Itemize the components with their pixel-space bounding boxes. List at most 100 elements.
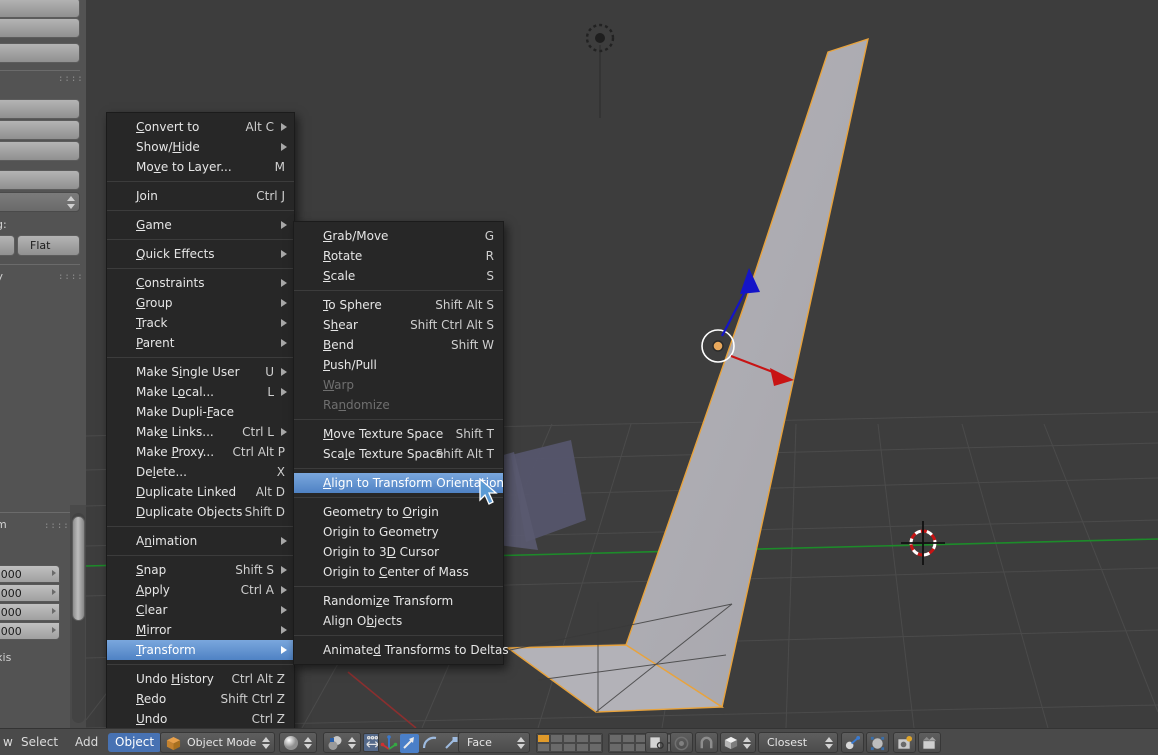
chevron-updown-icon[interactable] <box>348 736 357 750</box>
proportional-edit-button[interactable] <box>670 732 693 753</box>
chevron-updown-icon[interactable] <box>825 736 834 750</box>
chevron-right-icon[interactable] <box>52 570 56 576</box>
render-animation-button[interactable] <box>918 732 941 753</box>
transform-submenu-item-grab-move[interactable]: Grab/Move G <box>294 226 503 246</box>
snap-element-icon-button[interactable] <box>866 732 889 753</box>
sidebar-button-1[interactable] <box>0 18 80 38</box>
transform-submenu-item-push-pull[interactable]: Push/Pull <box>294 355 503 375</box>
sidebar-button-duplicate-linked[interactable]: te Linked <box>0 120 80 140</box>
layer-cell[interactable] <box>576 743 589 752</box>
header-menu-object[interactable]: Object <box>108 733 162 752</box>
object-menu-item-move-to-layer[interactable]: Move to Layer... M <box>107 157 294 177</box>
object-menu-item-parent[interactable]: Parent <box>107 333 294 353</box>
transform-submenu-item-move-texture-space[interactable]: Move Texture Space Shift T <box>294 424 503 444</box>
object-menu-item-animation[interactable]: Animation <box>107 531 294 551</box>
layer-cell[interactable] <box>622 734 635 743</box>
layer-cell[interactable] <box>537 734 550 743</box>
chevron-right-icon[interactable] <box>52 589 56 595</box>
panel-grip-icon-2[interactable]: :::: <box>44 521 70 531</box>
panel-grip-icon-1[interactable]: :::: <box>58 272 84 282</box>
pivot-point-selector[interactable] <box>323 732 361 753</box>
chevron-right-icon[interactable] <box>52 608 56 614</box>
chevron-updown-icon[interactable] <box>304 736 313 750</box>
header-menu-select[interactable]: Select <box>14 733 65 752</box>
layer-cell[interactable] <box>537 743 550 752</box>
object-menu-item-duplicate-objects[interactable]: Duplicate Objects Shift D <box>107 502 294 522</box>
transform-submenu-item-shear[interactable]: Shear Shift Ctrl Alt S <box>294 315 503 335</box>
object-menu-item-convert-to[interactable]: Convert to Alt C <box>107 117 294 137</box>
render-image-button[interactable] <box>893 732 916 753</box>
object-menu-item-transform[interactable]: Transform <box>107 640 294 660</box>
sidebar-button-duplicate[interactable]: te <box>0 99 80 119</box>
transform-orientation-selector[interactable]: Face <box>458 732 530 753</box>
transform-submenu-item-randomize-transform[interactable]: Randomize Transform <box>294 591 503 611</box>
sidebar-number-0[interactable]: 0.000 <box>0 565 60 583</box>
chevron-updown-icon[interactable] <box>517 736 526 750</box>
object-menu-item-duplicate-linked[interactable]: Duplicate Linked Alt D <box>107 482 294 502</box>
object-menu-item-undo[interactable]: Undo Ctrl Z <box>107 709 294 729</box>
object-menu-item-game[interactable]: Game <box>107 215 294 235</box>
object-menu-item-group[interactable]: Group <box>107 293 294 313</box>
layer-cell[interactable] <box>576 734 589 743</box>
layer-cell[interactable] <box>609 734 622 743</box>
opengl-render-button[interactable] <box>841 732 864 753</box>
sidebar-shading-flat[interactable]: Flat <box>17 235 80 256</box>
transform-submenu-item-geometry-to-origin[interactable]: Geometry to Origin <box>294 502 503 522</box>
chevron-updown-icon[interactable] <box>67 196 75 209</box>
object-menu-item-undo-history[interactable]: Undo History Ctrl Alt Z <box>107 669 294 689</box>
layer-cell[interactable] <box>589 734 602 743</box>
transform-submenu-item-rotate[interactable]: Rotate R <box>294 246 503 266</box>
layer-cell[interactable] <box>550 734 563 743</box>
transform-submenu[interactable]: Grab/Move G Rotate R Scale S To Sphere Shift Al… <box>293 221 509 665</box>
object-menu-item-constraints[interactable]: Constraints <box>107 273 294 293</box>
chevron-right-icon[interactable] <box>52 627 56 633</box>
object-menu-item-make-links[interactable]: Make Links... Ctrl L <box>107 422 294 442</box>
viewport-header-bar[interactable]: w Select Add Object Object Mode Face Clo… <box>0 728 1158 755</box>
sidebar-number-2[interactable]: 0.000 <box>0 603 60 621</box>
transform-submenu-item-bend[interactable]: Bend Shift W <box>294 335 503 355</box>
manipulator-axes-icon[interactable] <box>380 734 399 753</box>
transform-submenu-item-origin-to-3d-cursor[interactable]: Origin to 3D Cursor <box>294 542 503 562</box>
sidebar-number-1[interactable]: 0.000 <box>0 584 60 602</box>
snap-magnet-button[interactable] <box>695 732 718 753</box>
panel-grip-icon-0[interactable]: :::: <box>58 74 84 84</box>
object-menu-item-show-hide[interactable]: Show/Hide <box>107 137 294 157</box>
sidebar-shading-smooth[interactable]: h <box>0 235 15 256</box>
layer-cell[interactable] <box>609 743 622 752</box>
transform-submenu-item-align-objects[interactable]: Align Objects <box>294 611 503 631</box>
object-menu-item-make-proxy[interactable]: Make Proxy... Ctrl Alt P <box>107 442 294 462</box>
object-menu-item-track[interactable]: Track <box>107 313 294 333</box>
sidebar-button-2[interactable] <box>0 43 80 63</box>
transform-submenu-item-origin-to-center-of-mass[interactable]: Origin to Center of Mass <box>294 562 503 582</box>
viewport-shading-selector[interactable] <box>279 732 317 753</box>
transform-submenu-item-to-sphere[interactable]: To Sphere Shift Alt S <box>294 295 503 315</box>
sidebar-button-0[interactable] <box>0 0 80 18</box>
snap-element-selector[interactable] <box>720 732 756 753</box>
sidebar-scrollbar-thumb-visible[interactable] <box>72 516 85 621</box>
layer-cell[interactable] <box>622 743 635 752</box>
object-menu-item-join[interactable]: Join Ctrl J <box>107 186 294 206</box>
rotate-manipulator-button[interactable] <box>421 734 440 753</box>
transform-submenu-item-origin-to-geometry[interactable]: Origin to Geometry <box>294 522 503 542</box>
layer-cell[interactable] <box>563 743 576 752</box>
transform-submenu-item-scale-texture-space[interactable]: Scale Texture Space Shift Alt T <box>294 444 503 464</box>
sidebar-button-6[interactable] <box>0 170 80 190</box>
scene-layers-group-1[interactable] <box>536 733 603 753</box>
layer-cell[interactable] <box>550 743 563 752</box>
object-menu-item-make-dupli-face[interactable]: Make Dupli-Face <box>107 402 294 422</box>
sidebar-dropdown-origin[interactable]: gin <box>0 192 80 212</box>
chevron-updown-icon[interactable] <box>262 736 271 750</box>
render-region-button[interactable] <box>645 732 668 753</box>
layer-cell[interactable] <box>563 734 576 743</box>
object-menu-item-mirror[interactable]: Mirror <box>107 620 294 640</box>
object-menu-item-snap[interactable]: Snap Shift S <box>107 560 294 580</box>
object-menu-item-apply[interactable]: Apply Ctrl A <box>107 580 294 600</box>
chevron-updown-icon[interactable] <box>743 736 752 750</box>
object-menu[interactable]: Convert to Alt C Show/Hide Move to Layer...… <box>106 112 295 734</box>
transform-submenu-item-animated-transforms-to-deltas[interactable]: Animated Transforms to Deltas <box>294 640 509 660</box>
sidebar-button-5[interactable] <box>0 141 80 161</box>
mode-selector[interactable]: Object Mode <box>160 732 275 753</box>
sidebar-number-3[interactable]: 0.000 <box>0 622 60 640</box>
object-menu-item-make-local[interactable]: Make Local... L <box>107 382 294 402</box>
object-menu-item-redo[interactable]: Redo Shift Ctrl Z <box>107 689 294 709</box>
